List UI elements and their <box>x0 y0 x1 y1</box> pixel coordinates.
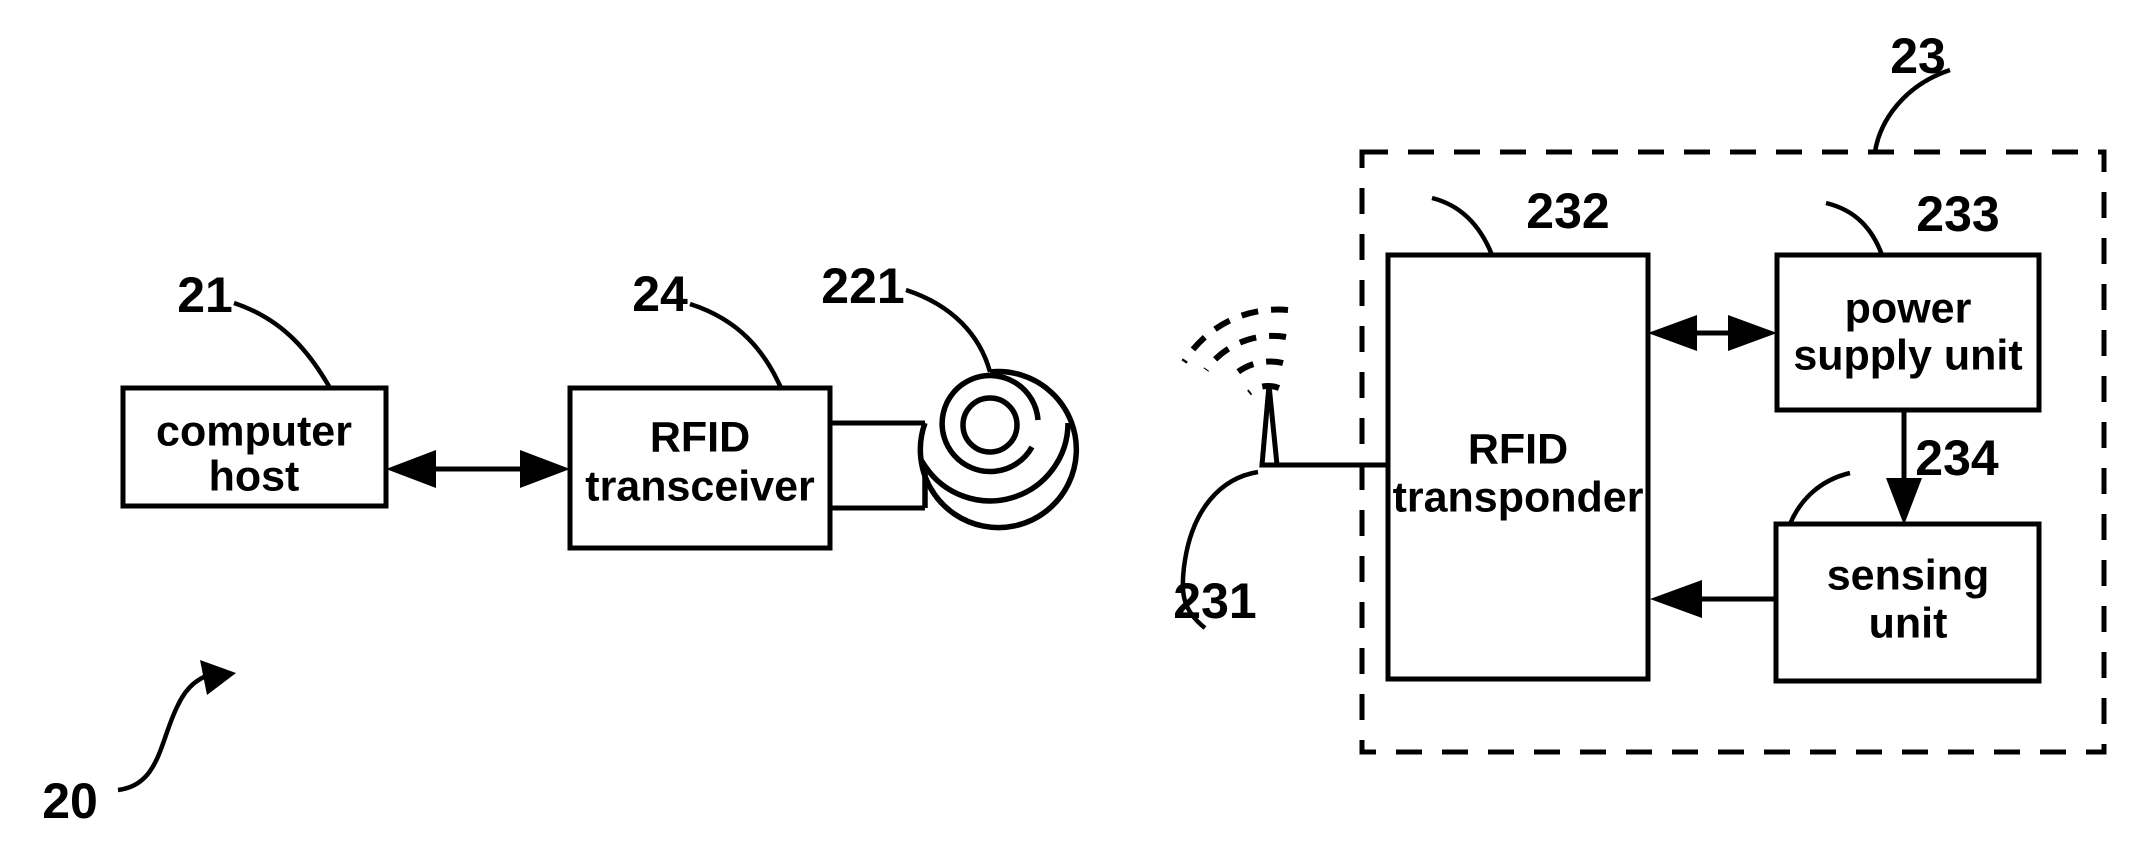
leader-line-234 <box>1787 470 1851 525</box>
ref-num-24: 24 <box>632 266 688 322</box>
arrowhead-system-20 <box>200 660 236 695</box>
ref-num-23: 23 <box>1890 28 1946 84</box>
arrowhead-to-transponder <box>1648 315 1697 351</box>
arrowhead-to-power-supply <box>1728 315 1777 351</box>
leader-line-21 <box>233 300 332 390</box>
ref-num-234: 234 <box>1915 430 1999 486</box>
leader-line-232 <box>1431 195 1495 256</box>
ref-num-221: 221 <box>821 258 904 314</box>
rfid-transceiver-label-line2: transceiver <box>585 462 815 510</box>
leader-line-20 <box>117 670 214 793</box>
power-supply-label-line1: power <box>1845 284 1972 332</box>
ref-num-231: 231 <box>1173 573 1256 629</box>
computer-host-label-line2: host <box>209 452 300 500</box>
rfid-transponder-label-line1: RFID <box>1468 425 1568 473</box>
arrowhead-to-transceiver <box>520 450 570 488</box>
ref-num-233: 233 <box>1916 186 1999 242</box>
ref-num-232: 232 <box>1526 183 1609 239</box>
arrowhead-to-host <box>386 450 436 488</box>
sensing-unit-label-line2: unit <box>1869 599 1948 647</box>
ref-num-21: 21 <box>177 267 233 323</box>
antenna-coil-middle <box>939 372 1041 475</box>
arrowhead-sensing-to-transponder <box>1650 580 1702 618</box>
antenna-coil-inner <box>960 395 1020 455</box>
radiation-arc-2 <box>1226 358 1284 383</box>
leader-line-24 <box>689 301 784 389</box>
sensing-unit-label-line1: sensing <box>1827 551 1990 599</box>
tag-antenna-spike <box>1259 384 1280 468</box>
leader-line-221 <box>905 287 993 373</box>
ref-num-20: 20 <box>42 773 98 829</box>
figure-canvas: 23 computer host 21 RFID transceiver 24 … <box>0 0 2153 868</box>
rfid-transceiver-label-line1: RFID <box>650 413 750 461</box>
power-supply-label-line2: supply unit <box>1793 331 2022 379</box>
radiation-arc-1 <box>1247 383 1281 396</box>
patent-diagram: 23 computer host 21 RFID transceiver 24 … <box>42 28 2107 829</box>
computer-host-label-line1: computer <box>156 407 352 455</box>
leader-line-233 <box>1825 200 1885 256</box>
rfid-transponder-label-line2: transponder <box>1393 473 1644 521</box>
